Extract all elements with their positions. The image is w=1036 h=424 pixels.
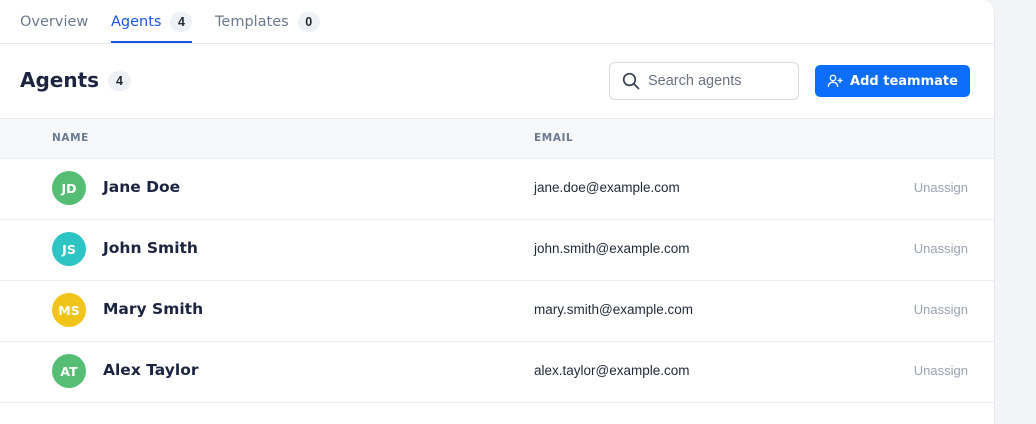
table-row: JD Jane Doe jane.doe@example.com Unassig… — [0, 158, 994, 220]
table-header: NAME EMAIL — [0, 118, 994, 159]
column-header-email: EMAIL — [534, 132, 574, 144]
agent-email: john.smith@example.com — [534, 241, 690, 256]
tab-agents-count-badge: 4 — [170, 11, 193, 32]
agent-name: John Smith — [103, 239, 198, 257]
unassign-button[interactable]: Unassign — [914, 363, 968, 378]
avatar: MS — [52, 293, 86, 327]
agents-panel: Overview Agents 4 Templates 0 Agents 4 A… — [0, 0, 995, 424]
tab-templates-label: Templates — [215, 13, 289, 30]
avatar: JS — [52, 232, 86, 266]
search-input[interactable] — [648, 63, 788, 99]
agents-count-badge: 4 — [108, 71, 131, 91]
page-title: Agents — [20, 68, 100, 92]
tab-overview-label: Overview — [20, 13, 89, 30]
add-teammate-button[interactable]: Add teammate — [815, 65, 970, 97]
avatar: JD — [52, 171, 86, 205]
user-plus-icon — [827, 74, 843, 88]
agent-name: Mary Smith — [103, 300, 204, 318]
unassign-button[interactable]: Unassign — [914, 302, 968, 317]
table-row: MS Mary Smith mary.smith@example.com Una… — [0, 280, 994, 342]
search-box — [609, 62, 799, 100]
tab-templates[interactable]: Templates 0 — [215, 0, 320, 43]
search-icon — [622, 72, 640, 90]
unassign-button[interactable]: Unassign — [914, 180, 968, 195]
table-row: JS John Smith john.smith@example.com Una… — [0, 219, 994, 281]
tab-overview[interactable]: Overview — [20, 0, 88, 43]
unassign-button[interactable]: Unassign — [914, 241, 968, 256]
tab-agents[interactable]: Agents 4 — [111, 0, 193, 43]
tab-agents-label: Agents — [111, 13, 162, 30]
tab-templates-count-badge: 0 — [297, 11, 320, 32]
agent-name: Alex Taylor — [103, 361, 199, 379]
table-row: AT Alex Taylor alex.taylor@example.com U… — [0, 341, 994, 403]
add-teammate-label: Add teammate — [850, 73, 958, 89]
agent-email: alex.taylor@example.com — [534, 363, 690, 378]
agent-name: Jane Doe — [103, 178, 181, 196]
agent-email: jane.doe@example.com — [534, 180, 680, 195]
column-header-name: NAME — [52, 132, 89, 144]
tab-bar: Overview Agents 4 Templates 0 — [0, 0, 994, 44]
avatar: AT — [52, 354, 86, 388]
agent-email: mary.smith@example.com — [534, 302, 693, 317]
